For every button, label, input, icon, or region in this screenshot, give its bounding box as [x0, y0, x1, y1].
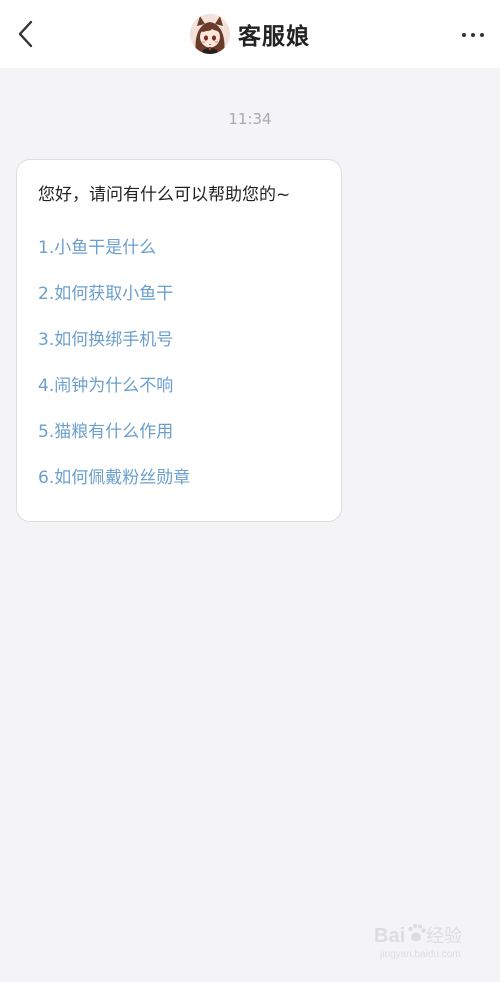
svg-text:Bai: Bai: [374, 925, 405, 947]
faq-link-item[interactable]: 5.猫粮有什么作用: [38, 417, 173, 442]
title-area: 客服娘: [0, 0, 500, 68]
avatar[interactable]: [190, 14, 230, 54]
faq-link-item[interactable]: 4.闹钟为什么不响: [38, 371, 173, 396]
header-bar: 客服娘: [0, 0, 500, 68]
avatar-anime-girl-icon: [190, 14, 230, 54]
baidu-paw-logo-icon: Bai 经验 jingyan.baidu.com: [374, 923, 462, 960]
chat-screen: 客服娘 11:34 您好，请问有什么可以帮助您的~ 1.小鱼干是什么 2.如何获…: [0, 0, 500, 982]
faq-link-item[interactable]: 3.如何换绑手机号: [38, 325, 173, 350]
faq-link-item[interactable]: 1.小鱼干是什么: [38, 233, 156, 258]
more-dot-icon: [471, 33, 475, 37]
baidu-jingyan-watermark: Bai 经验 jingyan.baidu.com: [372, 918, 472, 962]
greeting-text: 您好，请问有什么可以帮助您的~: [38, 185, 291, 205]
message-timestamp: 11:34: [228, 110, 272, 128]
svg-text:经验: 经验: [426, 926, 462, 947]
more-options-button[interactable]: [456, 18, 490, 52]
svg-text:jingyan.baidu.com: jingyan.baidu.com: [379, 949, 461, 960]
faq-link-item[interactable]: 6.如何佩戴粉丝勋章: [38, 463, 190, 488]
more-dot-icon: [462, 33, 466, 37]
faq-link-item[interactable]: 2.如何获取小鱼干: [38, 279, 173, 304]
message-bubble: 您好，请问有什么可以帮助您的~ 1.小鱼干是什么 2.如何获取小鱼干 3.如何换…: [16, 159, 342, 522]
page-title: 客服娘: [238, 24, 310, 50]
more-dot-icon: [480, 33, 484, 37]
